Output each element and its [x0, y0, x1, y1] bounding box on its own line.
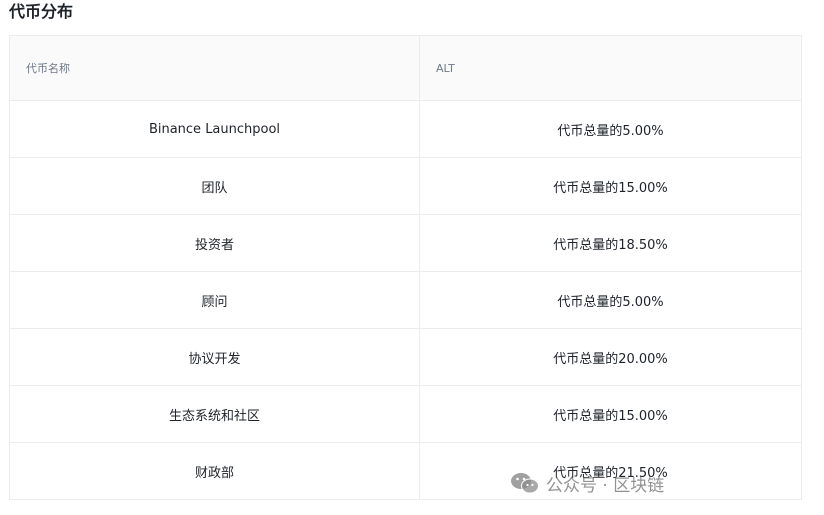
table-row: 团队 代币总量的15.00% [9, 157, 802, 215]
table-header-row: 代币名称 ALT [9, 35, 802, 101]
column-header-token-name: 代币名称 [9, 35, 420, 101]
token-distribution-table: 代币名称 ALT Binance Launchpool 代币总量的5.00% 团… [9, 35, 802, 500]
row-value: 代币总量的15.00% [419, 157, 802, 215]
row-value: 代币总量的18.50% [419, 214, 802, 272]
table-row: 生态系统和社区 代币总量的15.00% [9, 385, 802, 443]
section-title: 代币分布 [9, 2, 74, 21]
row-name: 协议开发 [9, 328, 420, 386]
table-row: 投资者 代币总量的18.50% [9, 214, 802, 272]
row-name: 财政部 [9, 442, 420, 500]
row-name: 生态系统和社区 [9, 385, 420, 443]
row-name: 团队 [9, 157, 420, 215]
row-value: 代币总量的5.00% [419, 100, 802, 158]
token-distribution-table-container: 代币名称 ALT Binance Launchpool 代币总量的5.00% 团… [9, 35, 802, 500]
row-value: 代币总量的21.50% [419, 442, 802, 500]
row-value: 代币总量的15.00% [419, 385, 802, 443]
row-name: 投资者 [9, 214, 420, 272]
table-row: 财政部 代币总量的21.50% [9, 442, 802, 500]
row-name: Binance Launchpool [9, 100, 420, 158]
column-header-alt: ALT [419, 35, 802, 101]
table-row: Binance Launchpool 代币总量的5.00% [9, 100, 802, 158]
row-value: 代币总量的20.00% [419, 328, 802, 386]
row-value: 代币总量的5.00% [419, 271, 802, 329]
table-row: 顾问 代币总量的5.00% [9, 271, 802, 329]
table-row: 协议开发 代币总量的20.00% [9, 328, 802, 386]
row-name: 顾问 [9, 271, 420, 329]
